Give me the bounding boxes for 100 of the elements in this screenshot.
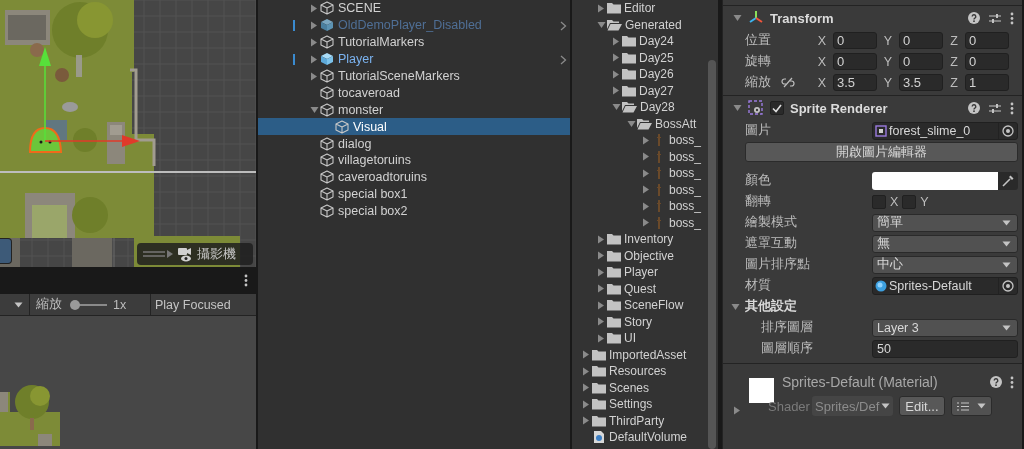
collapse-arrow-icon[interactable] <box>310 3 318 13</box>
project-item[interactable]: Resources <box>572 363 708 380</box>
collapse-arrow-icon[interactable] <box>597 284 605 294</box>
scene-view[interactable]: 攝影機 <box>0 0 256 267</box>
project-item[interactable]: ImportedAsset <box>572 346 708 363</box>
collapse-arrow-icon[interactable] <box>597 333 605 343</box>
hierarchy-item[interactable]: villagetoruins <box>258 152 570 169</box>
camera-overlay-button[interactable]: 攝影機 <box>137 243 253 265</box>
checkbox[interactable] <box>902 194 917 209</box>
hierarchy-item[interactable]: monster <box>258 101 570 119</box>
collapse-arrow-icon[interactable] <box>733 406 741 415</box>
collapse-arrow-icon[interactable] <box>642 185 650 195</box>
expand-arrow-icon[interactable] <box>626 119 636 128</box>
collapse-arrow-icon[interactable] <box>612 53 620 63</box>
collapse-arrow-icon[interactable] <box>642 218 650 228</box>
collapse-arrow-icon[interactable] <box>310 37 318 47</box>
expand-arrow-icon[interactable] <box>596 20 606 29</box>
component-header[interactable]: Transform <box>723 5 1022 30</box>
hierarchy-item[interactable]: dialog <box>258 135 570 152</box>
collapse-arrow-icon[interactable] <box>582 399 590 409</box>
project-item[interactable]: boss_ <box>572 214 708 231</box>
collapse-arrow-icon[interactable] <box>582 383 590 393</box>
number-field[interactable]: 3.5 <box>899 74 943 91</box>
checkbox[interactable] <box>872 194 886 209</box>
dropdown[interactable]: 簡單 <box>872 213 1018 232</box>
collapse-arrow-icon[interactable] <box>642 201 650 211</box>
project-item[interactable]: DefaultVolume <box>572 429 708 446</box>
project-item[interactable]: boss_ <box>572 148 708 165</box>
hierarchy-item[interactable]: Visual <box>258 118 570 136</box>
number-field[interactable]: 50 <box>872 339 1018 358</box>
expand-arrow-icon[interactable] <box>733 104 742 112</box>
hierarchy-item[interactable]: SCENE <box>258 0 570 17</box>
project-item[interactable]: Day27 <box>572 82 708 99</box>
collapse-arrow-icon[interactable] <box>597 251 605 261</box>
settings-icon[interactable] <box>989 12 1001 24</box>
project-item[interactable]: Inventory <box>572 231 708 248</box>
dropdown[interactable]: 無 <box>872 234 1018 253</box>
collapse-arrow-icon[interactable] <box>642 152 650 162</box>
expand-arrow-icon[interactable] <box>733 14 742 22</box>
collapse-arrow-icon[interactable] <box>310 71 318 81</box>
scrollbar[interactable] <box>708 60 716 449</box>
move-gizmo-icon[interactable] <box>39 47 140 147</box>
collapse-arrow-icon[interactable] <box>310 54 318 64</box>
project-item[interactable]: ThirdParty <box>572 412 708 429</box>
number-field[interactable]: 0 <box>965 53 1009 70</box>
project-item[interactable]: Story <box>572 313 708 330</box>
collapse-arrow-icon[interactable] <box>612 36 620 46</box>
expand-arrow-icon[interactable] <box>611 103 621 112</box>
project-item[interactable]: Day25 <box>572 49 708 66</box>
edit-button[interactable]: Edit... <box>899 396 945 416</box>
help-icon[interactable] <box>968 102 980 114</box>
number-field[interactable]: 1 <box>965 74 1009 91</box>
project-item[interactable]: boss_ <box>572 198 708 215</box>
object-picker-icon[interactable] <box>1002 279 1014 292</box>
menu-icon[interactable] <box>1010 375 1014 389</box>
project-item[interactable]: UI <box>572 330 708 347</box>
project-item[interactable]: boss_ <box>572 132 708 149</box>
help-icon[interactable] <box>968 12 980 24</box>
zoom-slider-thumb[interactable] <box>69 299 80 310</box>
hierarchy-item[interactable]: special box1 <box>258 185 570 203</box>
hierarchy-item[interactable]: special box2 <box>258 202 570 220</box>
project-item[interactable]: Player <box>572 264 708 281</box>
open-sprite-editor-button[interactable]: 開啟圖片編輯器 <box>745 142 1018 162</box>
collapse-arrow-icon[interactable] <box>642 135 650 145</box>
object-field[interactable]: Sprites-Default <box>872 276 1018 295</box>
collapse-arrow-icon[interactable] <box>582 350 590 360</box>
project-item[interactable]: Quest <box>572 280 708 297</box>
menu-icon[interactable] <box>244 274 248 287</box>
collapse-arrow-icon[interactable] <box>582 366 590 376</box>
unlink-icon[interactable] <box>781 77 795 88</box>
chevron-right-icon[interactable] <box>560 54 567 65</box>
overlay-toggle-button[interactable] <box>0 238 12 264</box>
collapse-arrow-icon[interactable] <box>597 317 605 327</box>
project-item[interactable]: boss_ <box>572 165 708 182</box>
project-item[interactable]: SceneFlow <box>572 297 708 314</box>
object-field[interactable]: forest_slime_0 <box>872 121 1018 140</box>
project-item[interactable]: Scenes <box>572 379 708 396</box>
eyedropper-icon[interactable] <box>1002 174 1014 187</box>
collapse-arrow-icon[interactable] <box>612 69 620 79</box>
collapse-arrow-icon[interactable] <box>612 86 620 96</box>
collapse-arrow-icon[interactable] <box>642 168 650 178</box>
expand-arrow-icon[interactable] <box>731 302 740 311</box>
dropdown[interactable]: 中心 <box>872 255 1018 274</box>
foldout-label[interactable]: 其他設定 <box>745 298 797 315</box>
dropdown[interactable]: Layer 3 <box>872 318 1018 337</box>
project-item[interactable]: Generated <box>572 16 708 33</box>
collapse-arrow-icon[interactable] <box>597 300 605 310</box>
project-item[interactable]: Editor <box>572 0 708 17</box>
hierarchy-item[interactable]: caveroadtoruins <box>258 168 570 186</box>
color-field[interactable] <box>872 171 998 190</box>
number-field[interactable]: 0 <box>965 32 1009 49</box>
number-field[interactable]: 0 <box>899 53 943 70</box>
project-item[interactable]: Day28 <box>572 99 708 116</box>
number-field[interactable]: 0 <box>899 32 943 49</box>
project-item[interactable]: BossAtt <box>572 115 708 132</box>
number-field[interactable]: 3.5 <box>833 74 877 91</box>
project-item[interactable]: Objective <box>572 247 708 264</box>
menu-icon[interactable] <box>1010 11 1014 25</box>
number-field[interactable]: 0 <box>833 53 877 70</box>
hierarchy-item[interactable]: TutorialMarkers <box>258 33 570 51</box>
